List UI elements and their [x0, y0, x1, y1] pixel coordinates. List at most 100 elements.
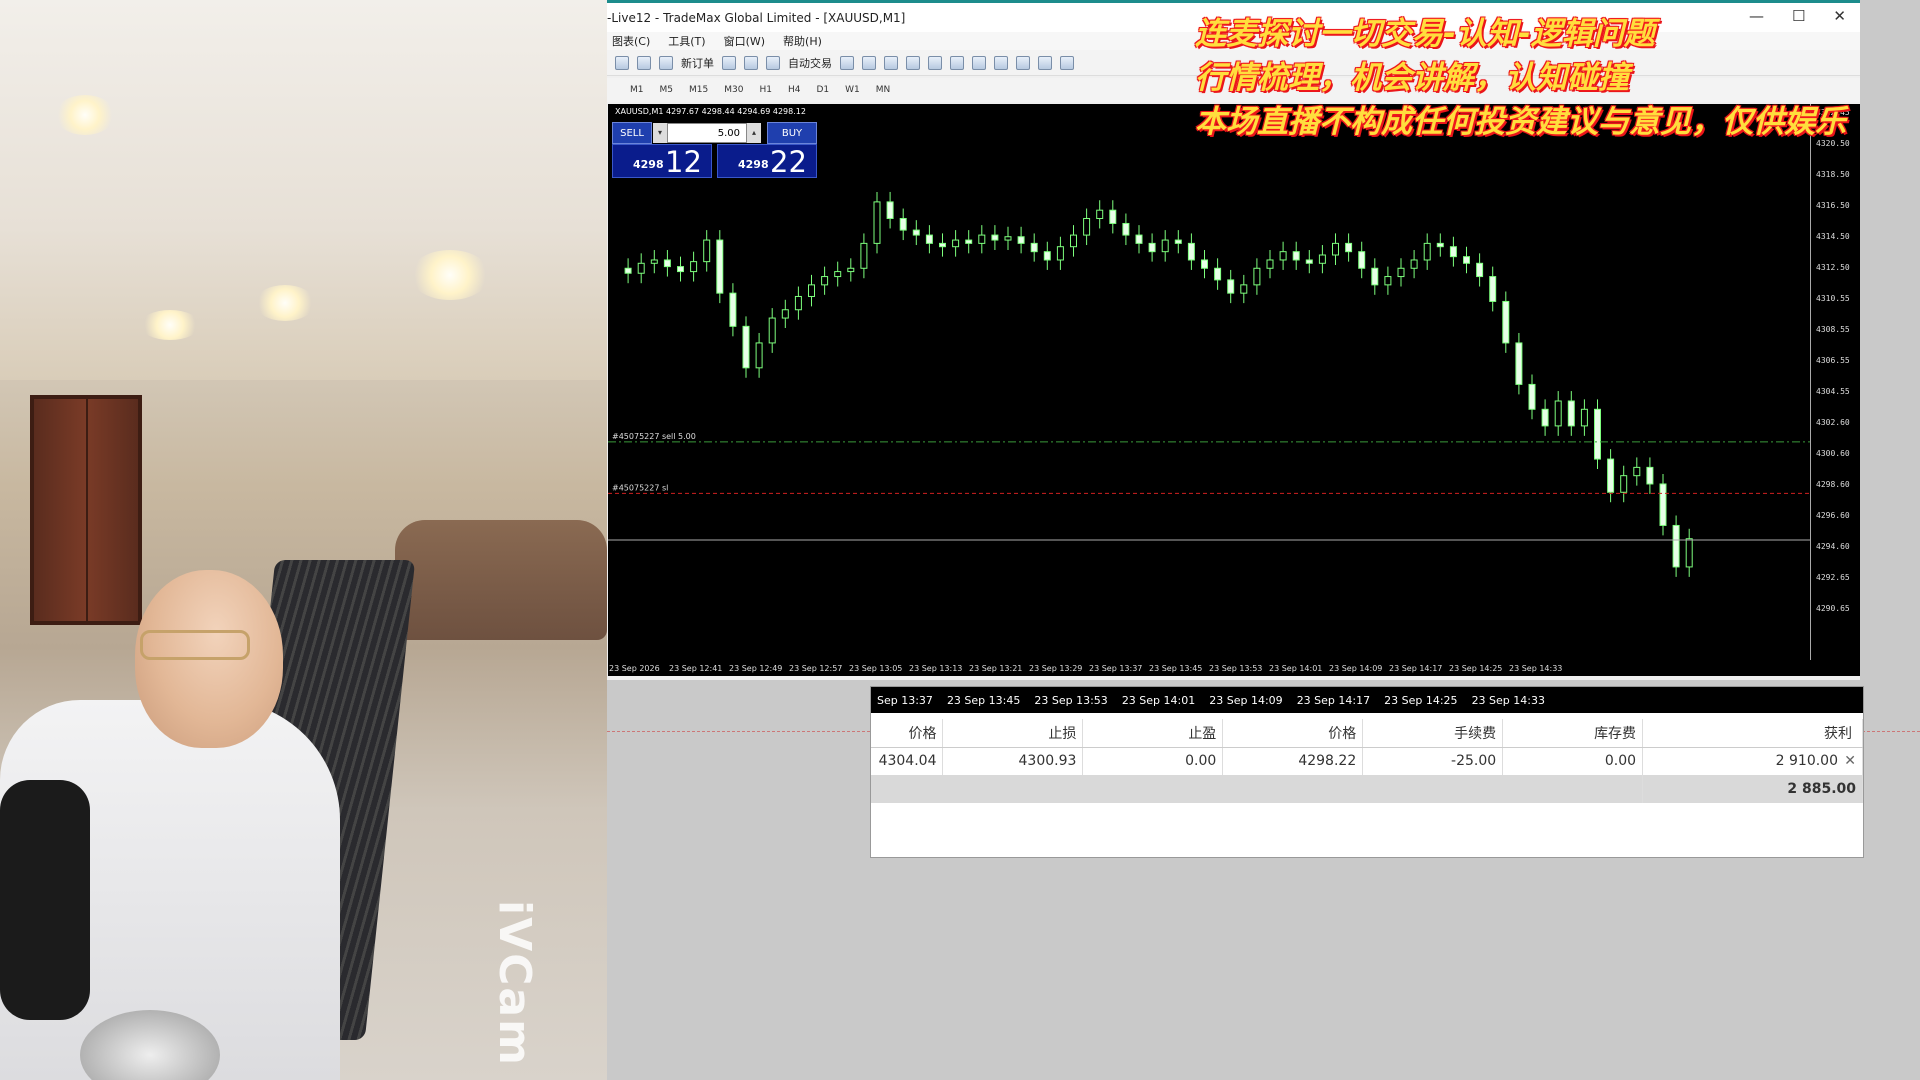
tf-mn[interactable]: MN [873, 84, 894, 96]
glasses [140, 630, 250, 660]
navigator-icon[interactable] [744, 55, 758, 70]
terminal-time-label: 23 Sep 14:33 [1471, 693, 1545, 707]
cell-price: 4298.22 [1222, 747, 1364, 775]
col-tp[interactable]: 止盈 [1082, 719, 1224, 748]
col-open-price[interactable]: 价格 [871, 719, 944, 748]
candle-body [1109, 209, 1117, 224]
candle-chart-icon[interactable] [862, 55, 876, 70]
minimize-icon[interactable]: — [1749, 7, 1764, 25]
metaeditor-icon[interactable] [722, 55, 736, 70]
ceiling [0, 0, 607, 380]
candle-body [1607, 458, 1615, 493]
tf-h1[interactable]: H1 [756, 84, 775, 96]
col-commission[interactable]: 手续费 [1362, 719, 1504, 748]
x-tick-label: 23 Sep 14:17 [1389, 664, 1443, 673]
new-order-icon[interactable] [659, 55, 673, 70]
menu-window[interactable]: 窗口(W) [724, 33, 765, 49]
tf-m5[interactable]: M5 [657, 84, 677, 96]
symbol-info: XAUUSD,M1 4297.67 4298.44 4294.69 4298.1… [615, 107, 806, 116]
col-sl[interactable]: 止损 [942, 719, 1084, 748]
candle-body [1253, 267, 1261, 286]
candle-body [690, 261, 698, 273]
autoscroll-icon[interactable] [972, 55, 986, 70]
y-tick-label: 4302.60 [1816, 418, 1850, 427]
auto-trade-button[interactable]: 自动交易 [788, 55, 832, 71]
tf-m30[interactable]: M30 [721, 84, 746, 96]
total-row: 2 885.00 [871, 775, 1863, 803]
sell-price-small: 4298 [633, 158, 664, 171]
menu-tools[interactable]: 工具(T) [668, 33, 705, 49]
webcam-feed: iVCam [0, 0, 607, 1080]
candle-body [663, 259, 671, 268]
col-price[interactable]: 价格 [1222, 719, 1364, 748]
maximize-icon[interactable]: ☐ [1792, 7, 1805, 25]
table-row[interactable]: 4304.04 4300.93 0.00 4298.22 -25.00 0.00… [871, 747, 1863, 775]
sell-price-big: 12 [665, 145, 702, 179]
x-tick-label: 23 Sep 13:05 [849, 664, 903, 673]
candle-body [847, 267, 855, 273]
tf-d1[interactable]: D1 [813, 84, 832, 96]
lot-decrease-icon[interactable]: ▾ [653, 123, 667, 143]
candle-body [925, 234, 933, 244]
tile-windows-icon[interactable] [950, 55, 964, 70]
periods-icon[interactable] [1038, 55, 1052, 70]
terminal-panel: Sep 13:37 23 Sep 13:45 23 Sep 13:53 23 Sep … [870, 686, 1864, 858]
zoom-in-icon[interactable] [906, 55, 920, 70]
buy-price[interactable]: 4298 22 [717, 144, 817, 179]
bar-chart-icon[interactable] [840, 55, 854, 70]
candle-body [1436, 242, 1444, 248]
candle-body [821, 276, 829, 286]
sell-button[interactable]: SELL [612, 122, 652, 144]
microphone [0, 780, 90, 1020]
indicators-icon[interactable] [1016, 55, 1030, 70]
close-icon[interactable]: ✕ [1833, 7, 1846, 25]
x-tick-label: 23 Sep 14:33 [1509, 664, 1563, 673]
cell-tp: 0.00 [1082, 747, 1224, 775]
candle-body [1201, 259, 1208, 269]
x-tick-label: 23 Sep 13:53 [1209, 664, 1263, 673]
close-position-icon[interactable]: ✕ [1844, 753, 1856, 769]
candle-body [899, 217, 907, 231]
y-tick-label: 4294.60 [1816, 542, 1850, 551]
zoom-out-icon[interactable] [928, 55, 942, 70]
candle-body [1528, 383, 1536, 410]
wooden-door [30, 395, 142, 625]
sofa [395, 520, 607, 640]
lot-input[interactable]: 5.00 [667, 123, 747, 143]
templates-icon[interactable] [1060, 55, 1074, 70]
overlay-line-2: 行情梳理，机会讲解，认知碰撞 [1195, 60, 1629, 96]
lot-increase-icon[interactable]: ▴ [747, 123, 761, 143]
menu-help[interactable]: 帮助(H) [783, 33, 822, 49]
candle-body [834, 271, 842, 278]
menu-chart[interactable]: 图表(C) [612, 33, 650, 49]
candle-body [1345, 242, 1353, 253]
profiles-icon[interactable] [637, 55, 651, 70]
new-order-button[interactable]: 新订单 [681, 55, 714, 71]
overlay-line-3: 本场直播不构成任何投资建议与意见，仅供娱乐 [1195, 104, 1846, 140]
tf-w1[interactable]: W1 [842, 84, 863, 96]
candle-body [1227, 279, 1235, 294]
chart-shift-icon[interactable] [994, 55, 1008, 70]
tf-m15[interactable]: M15 [686, 84, 711, 96]
line-chart-icon[interactable] [884, 55, 898, 70]
y-tick-label: 4292.65 [1816, 573, 1850, 582]
candle-body [860, 242, 868, 269]
candle-body [703, 239, 711, 263]
new-chart-icon[interactable] [615, 55, 629, 70]
candle-body [873, 201, 881, 244]
x-tick-label: 23 Sep 12:57 [789, 664, 843, 673]
col-swap[interactable]: 库存费 [1502, 719, 1644, 748]
order-line-label: #45075227 sell 5.00 [612, 432, 696, 441]
candle-body [755, 342, 763, 369]
buy-button[interactable]: BUY [767, 122, 817, 144]
sell-price[interactable]: 4298 12 [612, 144, 712, 179]
tf-m1[interactable]: M1 [627, 84, 647, 96]
candle-body [1672, 524, 1680, 568]
col-profit[interactable]: 获利 [1642, 719, 1863, 748]
auto-trade-icon[interactable] [766, 55, 780, 70]
candle-body [637, 262, 645, 274]
candle-body [886, 201, 894, 219]
price-chart[interactable]: #45075227 sell 5.00 #45075227 sl [608, 104, 1810, 664]
tf-h4[interactable]: H4 [785, 84, 804, 96]
terminal-time-label: 23 Sep 14:25 [1384, 693, 1458, 707]
